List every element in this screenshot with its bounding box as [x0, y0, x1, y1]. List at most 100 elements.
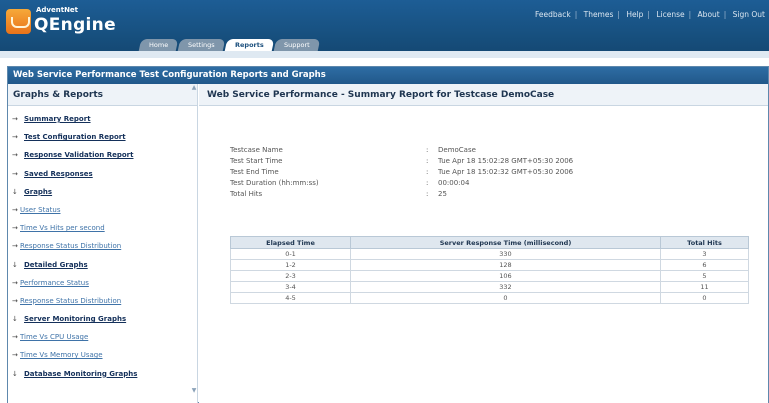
summary-label: Testcase Name — [230, 146, 283, 154]
nav-item[interactable]: → User Status — [8, 201, 193, 219]
summary-label: Test Duration (hh:mm:ss) — [230, 179, 319, 187]
table-cell: 0 — [350, 292, 661, 304]
nav-item[interactable]: → Time Vs Memory Usage — [8, 346, 193, 364]
arrow-down-icon: ↓ — [12, 260, 18, 269]
nav-item-label[interactable]: Saved Responses — [24, 170, 93, 178]
table-cell: 3 — [660, 248, 749, 260]
tab-reports[interactable]: Reports — [224, 39, 274, 51]
arrow-right-icon: → — [12, 205, 18, 214]
license-link[interactable]: License — [656, 10, 684, 19]
tab-settings[interactable]: Settings — [177, 39, 226, 51]
nav-item[interactable]: ↓ Server Monitoring Graphs — [8, 310, 193, 328]
table-cell: 0 — [660, 292, 749, 304]
nav-item-label[interactable]: Summary Report — [24, 115, 91, 123]
summary-label: Total Hits — [230, 190, 263, 198]
arrow-right-icon: → — [12, 351, 18, 360]
table-cell: 0-1 — [230, 248, 351, 260]
table-cell: 1-2 — [230, 259, 351, 271]
arrow-right-icon: → — [12, 169, 18, 178]
nav-item-label[interactable]: Response Status Distribution — [20, 242, 121, 250]
table-cell: 2-3 — [230, 270, 351, 282]
nav-item-label[interactable]: Performance Status — [20, 279, 89, 287]
nav-item[interactable]: → Time Vs CPU Usage — [8, 328, 193, 346]
nav-item-label[interactable]: Database Monitoring Graphs — [24, 370, 137, 378]
report-window: Web Service Performance Test Configurati… — [7, 66, 769, 403]
arrow-right-icon: → — [12, 151, 18, 160]
nav-list: → Summary Report → Test Configuration Repor… — [8, 110, 193, 383]
window-title: Web Service Performance Test Configurati… — [8, 67, 768, 84]
summary-row: Test Start Time: Tue Apr 18 15:02:28 GMT+… — [230, 156, 573, 167]
scroll-up-icon[interactable]: ▲ — [190, 84, 198, 92]
nav-item[interactable]: → Performance Status — [8, 274, 193, 292]
summary-row: Test End Time: Tue Apr 18 15:02:32 GMT+05… — [230, 167, 573, 178]
nav-item[interactable]: → Response Validation Report — [8, 146, 193, 164]
help-link[interactable]: Help — [626, 10, 643, 19]
summary-row: Total Hits: 25 — [230, 189, 573, 200]
table-cell: 11 — [660, 281, 749, 293]
summary-details: Testcase Name: DemoCase Test Start Time: Tu… — [230, 145, 573, 200]
results-table: Elapsed Time Server Response Time (milli… — [230, 236, 749, 304]
summary-value: 25 — [438, 190, 447, 198]
qengine-logo-icon — [6, 9, 31, 34]
arrow-down-icon: ↓ — [12, 315, 18, 324]
nav-item[interactable]: ↓ Database Monitoring Graphs — [8, 365, 193, 383]
app-header: AdventNet QEngine Feedback | Themes | Help… — [0, 0, 769, 58]
summary-colon: : — [426, 179, 429, 187]
summary-value: Tue Apr 18 15:02:28 GMT+05:30 2006 — [438, 157, 574, 165]
table-cell: 3-4 — [230, 281, 351, 293]
nav-item-label[interactable]: User Status — [20, 206, 61, 214]
nav-item-label[interactable]: Response Status Distribution — [20, 297, 121, 305]
summary-colon: : — [426, 146, 429, 154]
product-name: QEngine — [34, 15, 116, 35]
report-heading: Web Service Performance - Summary Report… — [199, 84, 768, 106]
arrow-right-icon: → — [12, 115, 18, 123]
table-cell: 6 — [660, 259, 749, 271]
nav-item[interactable]: → Time Vs Hits per second — [8, 219, 193, 237]
nav-item-label[interactable]: Response Validation Report — [24, 151, 133, 159]
table-row: 4-5 0 0 — [230, 292, 749, 304]
nav-item-label[interactable]: Time Vs Hits per second — [20, 224, 105, 232]
summary-row: Testcase Name: DemoCase — [230, 145, 573, 156]
col-total-hits: Total Hits — [660, 236, 749, 249]
nav-item-label[interactable]: Graphs — [24, 188, 52, 196]
header-strip — [0, 51, 769, 58]
nav-item-label[interactable]: Time Vs Memory Usage — [20, 351, 103, 359]
tab-home[interactable]: Home — [138, 39, 179, 51]
table-cell: 106 — [350, 270, 661, 282]
table-row: 0-1 330 3 — [230, 248, 749, 260]
nav-item-label[interactable]: Test Configuration Report — [24, 133, 126, 141]
nav-item[interactable]: → Test Configuration Report — [8, 128, 193, 146]
col-elapsed-time: Elapsed Time — [230, 236, 351, 249]
arrow-right-icon: → — [12, 133, 18, 142]
feedback-link[interactable]: Feedback — [535, 10, 571, 19]
nav-item[interactable]: → Summary Report — [8, 110, 193, 128]
summary-colon: : — [426, 157, 429, 165]
table-cell: 4-5 — [230, 292, 351, 304]
themes-link[interactable]: Themes — [584, 10, 614, 19]
table-row: 1-2 128 6 — [230, 259, 749, 271]
col-response-time: Server Response Time (millisecond) — [350, 236, 661, 249]
sign-out-link[interactable]: Sign Out — [733, 10, 765, 19]
tab-support[interactable]: Support — [273, 39, 320, 51]
nav-item-label[interactable]: Server Monitoring Graphs — [24, 315, 126, 323]
arrow-right-icon: → — [12, 278, 18, 287]
nav-item-label[interactable]: Detailed Graphs — [24, 261, 88, 269]
nav-item-label[interactable]: Time Vs CPU Usage — [20, 333, 88, 341]
arrow-right-icon: → — [12, 224, 18, 233]
scroll-down-icon[interactable]: ▼ — [190, 387, 198, 395]
arrow-down-icon: ↓ — [12, 369, 18, 378]
table-cell: 332 — [350, 281, 661, 293]
about-link[interactable]: About — [698, 10, 720, 19]
nav-item[interactable]: → Saved Responses — [8, 165, 193, 183]
nav-item[interactable]: → Response Status Distribution — [8, 292, 193, 310]
left-nav-heading: Graphs & Reports — [8, 84, 197, 106]
summary-value: DemoCase — [438, 146, 476, 154]
arrow-right-icon: → — [12, 296, 18, 305]
nav-item[interactable]: → Response Status Distribution — [8, 237, 193, 255]
table-cell: 330 — [350, 248, 661, 260]
nav-item[interactable]: ↓ Graphs — [8, 183, 193, 201]
nav-item[interactable]: ↓ Detailed Graphs — [8, 256, 193, 274]
table-cell: 128 — [350, 259, 661, 271]
summary-row: Test Duration (hh:mm:ss): 00:00:04 — [230, 178, 573, 189]
table-row: 3-4 332 11 — [230, 281, 749, 293]
